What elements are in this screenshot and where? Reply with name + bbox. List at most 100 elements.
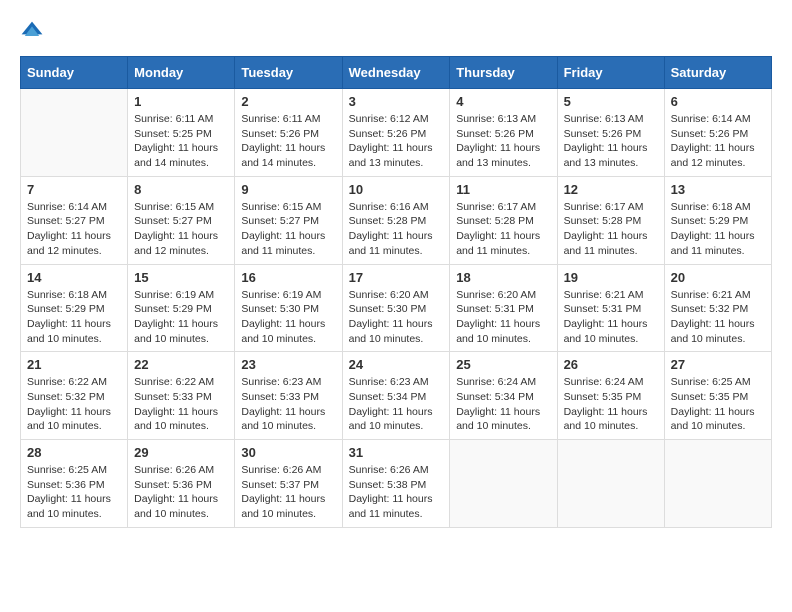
day-number: 13 [671,182,765,197]
cell-info: Sunrise: 6:25 AM Sunset: 5:36 PM Dayligh… [27,463,121,522]
calendar-cell: 27 Sunrise: 6:25 AM Sunset: 5:35 PM Dayli… [664,352,771,440]
calendar-week-row: 28 Sunrise: 6:25 AM Sunset: 5:36 PM Dayli… [21,440,772,528]
day-number: 20 [671,270,765,285]
day-number: 27 [671,357,765,372]
cell-info: Sunrise: 6:21 AM Sunset: 5:32 PM Dayligh… [671,288,765,347]
calendar-week-row: 7 Sunrise: 6:14 AM Sunset: 5:27 PM Daylig… [21,176,772,264]
cell-info: Sunrise: 6:19 AM Sunset: 5:30 PM Dayligh… [241,288,335,347]
day-number: 1 [134,94,228,109]
calendar-cell: 24Sunrise: 6:23 AM Sunset: 5:34 PM Dayli… [342,352,450,440]
day-number: 28 [27,445,121,460]
calendar-cell: 6Sunrise: 6:14 AM Sunset: 5:26 PM Daylig… [664,89,771,177]
calendar-cell [557,440,664,528]
cell-info: Sunrise: 6:12 AM Sunset: 5:26 PM Dayligh… [349,112,444,171]
cell-info: Sunrise: 6:22 AM Sunset: 5:33 PM Dayligh… [134,375,228,434]
calendar-week-row: 21 Sunrise: 6:22 AM Sunset: 5:32 PM Dayli… [21,352,772,440]
day-number: 19 [564,270,658,285]
calendar-cell: 11 Sunrise: 6:17 AM Sunset: 5:28 PM Dayli… [450,176,557,264]
calendar-cell: 28 Sunrise: 6:25 AM Sunset: 5:36 PM Dayli… [21,440,128,528]
day-number: 23 [241,357,335,372]
cell-info: Sunrise: 6:20 AM Sunset: 5:30 PM Dayligh… [349,288,444,347]
header [20,20,772,40]
calendar-cell [450,440,557,528]
calendar-week-row: 14Sunrise: 6:18 AM Sunset: 5:29 PM Dayli… [21,264,772,352]
weekday-header: Friday [557,57,664,89]
day-number: 16 [241,270,335,285]
cell-info: Sunrise: 6:22 AM Sunset: 5:32 PM Dayligh… [27,375,121,434]
cell-info: Sunrise: 6:18 AM Sunset: 5:29 PM Dayligh… [671,200,765,259]
calendar-cell: 15 Sunrise: 6:19 AM Sunset: 5:29 PM Dayli… [128,264,235,352]
day-number: 29 [134,445,228,460]
cell-info: Sunrise: 6:17 AM Sunset: 5:28 PM Dayligh… [564,200,658,259]
day-number: 15 [134,270,228,285]
day-number: 21 [27,357,121,372]
logo [20,20,48,40]
cell-info: Sunrise: 6:19 AM Sunset: 5:29 PM Dayligh… [134,288,228,347]
calendar-cell: 29Sunrise: 6:26 AM Sunset: 5:36 PM Dayli… [128,440,235,528]
cell-info: Sunrise: 6:23 AM Sunset: 5:33 PM Dayligh… [241,375,335,434]
day-number: 3 [349,94,444,109]
calendar-cell: 1 Sunrise: 6:11 AM Sunset: 5:25 PM Daylig… [128,89,235,177]
cell-info: Sunrise: 6:15 AM Sunset: 5:27 PM Dayligh… [241,200,335,259]
day-number: 7 [27,182,121,197]
cell-info: Sunrise: 6:13 AM Sunset: 5:26 PM Dayligh… [456,112,550,171]
calendar-cell: 17 Sunrise: 6:20 AM Sunset: 5:30 PM Dayli… [342,264,450,352]
cell-info: Sunrise: 6:14 AM Sunset: 5:27 PM Dayligh… [27,200,121,259]
calendar-cell: 18 Sunrise: 6:20 AM Sunset: 5:31 PM Dayli… [450,264,557,352]
calendar-cell: 3 Sunrise: 6:12 AM Sunset: 5:26 PM Daylig… [342,89,450,177]
day-number: 30 [241,445,335,460]
cell-info: Sunrise: 6:13 AM Sunset: 5:26 PM Dayligh… [564,112,658,171]
day-number: 31 [349,445,444,460]
weekday-header: Tuesday [235,57,342,89]
calendar-cell: 9 Sunrise: 6:15 AM Sunset: 5:27 PM Daylig… [235,176,342,264]
day-number: 25 [456,357,550,372]
weekday-header: Wednesday [342,57,450,89]
calendar-cell: 4 Sunrise: 6:13 AM Sunset: 5:26 PM Daylig… [450,89,557,177]
calendar-cell: 16 Sunrise: 6:19 AM Sunset: 5:30 PM Dayli… [235,264,342,352]
calendar-cell: 5 Sunrise: 6:13 AM Sunset: 5:26 PM Daylig… [557,89,664,177]
day-number: 26 [564,357,658,372]
day-number: 2 [241,94,335,109]
day-number: 22 [134,357,228,372]
calendar-cell [664,440,771,528]
weekday-header: Saturday [664,57,771,89]
cell-info: Sunrise: 6:11 AM Sunset: 5:25 PM Dayligh… [134,112,228,171]
day-number: 17 [349,270,444,285]
day-number: 6 [671,94,765,109]
logo-icon [20,20,44,40]
cell-info: Sunrise: 6:20 AM Sunset: 5:31 PM Dayligh… [456,288,550,347]
day-number: 10 [349,182,444,197]
calendar: SundayMondayTuesdayWednesdayThursdayFrid… [20,56,772,528]
weekday-header: Thursday [450,57,557,89]
cell-info: Sunrise: 6:25 AM Sunset: 5:35 PM Dayligh… [671,375,765,434]
cell-info: Sunrise: 6:26 AM Sunset: 5:38 PM Dayligh… [349,463,444,522]
cell-info: Sunrise: 6:21 AM Sunset: 5:31 PM Dayligh… [564,288,658,347]
calendar-cell [21,89,128,177]
weekday-header-row: SundayMondayTuesdayWednesdayThursdayFrid… [21,57,772,89]
calendar-cell: 7 Sunrise: 6:14 AM Sunset: 5:27 PM Daylig… [21,176,128,264]
calendar-cell: 19 Sunrise: 6:21 AM Sunset: 5:31 PM Dayli… [557,264,664,352]
day-number: 8 [134,182,228,197]
day-number: 5 [564,94,658,109]
calendar-cell: 25 Sunrise: 6:24 AM Sunset: 5:34 PM Dayli… [450,352,557,440]
calendar-cell: 2 Sunrise: 6:11 AM Sunset: 5:26 PM Daylig… [235,89,342,177]
calendar-cell: 21 Sunrise: 6:22 AM Sunset: 5:32 PM Dayli… [21,352,128,440]
day-number: 4 [456,94,550,109]
cell-info: Sunrise: 6:11 AM Sunset: 5:26 PM Dayligh… [241,112,335,171]
calendar-week-row: 1 Sunrise: 6:11 AM Sunset: 5:25 PM Daylig… [21,89,772,177]
cell-info: Sunrise: 6:16 AM Sunset: 5:28 PM Dayligh… [349,200,444,259]
calendar-cell: 23 Sunrise: 6:23 AM Sunset: 5:33 PM Dayli… [235,352,342,440]
day-number: 18 [456,270,550,285]
day-number: 11 [456,182,550,197]
cell-info: Sunrise: 6:17 AM Sunset: 5:28 PM Dayligh… [456,200,550,259]
calendar-cell: 8Sunrise: 6:15 AM Sunset: 5:27 PM Daylig… [128,176,235,264]
calendar-cell: 20 Sunrise: 6:21 AM Sunset: 5:32 PM Dayli… [664,264,771,352]
cell-info: Sunrise: 6:24 AM Sunset: 5:34 PM Dayligh… [456,375,550,434]
day-number: 9 [241,182,335,197]
cell-info: Sunrise: 6:18 AM Sunset: 5:29 PM Dayligh… [27,288,121,347]
calendar-cell: 30Sunrise: 6:26 AM Sunset: 5:37 PM Dayli… [235,440,342,528]
calendar-cell: 26 Sunrise: 6:24 AM Sunset: 5:35 PM Dayli… [557,352,664,440]
calendar-cell: 10 Sunrise: 6:16 AM Sunset: 5:28 PM Dayli… [342,176,450,264]
weekday-header: Monday [128,57,235,89]
cell-info: Sunrise: 6:24 AM Sunset: 5:35 PM Dayligh… [564,375,658,434]
